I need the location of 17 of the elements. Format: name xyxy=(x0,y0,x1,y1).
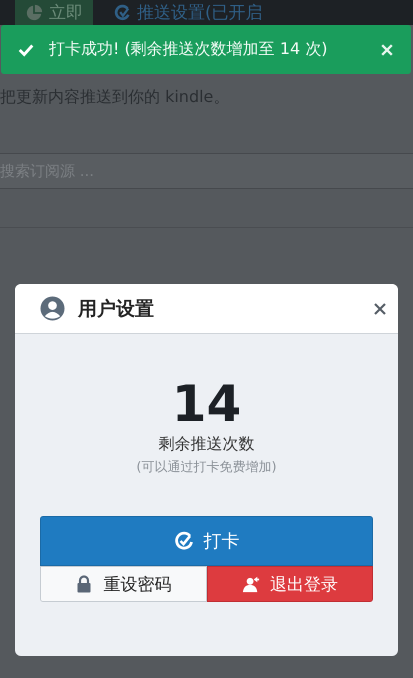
reset-password-button[interactable]: 重设密码 xyxy=(40,566,206,602)
nav-tab[interactable]: 推送设置(已开启 xyxy=(103,0,273,25)
nav-tab[interactable]: 立即 xyxy=(15,0,93,25)
user-exit-icon xyxy=(242,575,260,593)
toast-message: 打卡成功! (剩余推送次数增加至 14 次) xyxy=(49,39,329,60)
close-icon[interactable] xyxy=(379,42,395,58)
logout-button[interactable]: 退出登录 xyxy=(206,566,373,602)
user-avatar-icon xyxy=(40,296,65,321)
close-icon[interactable] xyxy=(372,300,388,316)
dialog-title: 用户设置 xyxy=(78,296,155,322)
lock-icon xyxy=(75,575,94,593)
pie-chart-icon xyxy=(25,4,43,22)
hint-text: (可以通过打卡免费增加) xyxy=(136,459,277,476)
count-label: 剩余推送次数 xyxy=(158,434,254,455)
check-circle-icon xyxy=(174,531,194,551)
check-in-button[interactable]: 打卡 xyxy=(40,516,373,566)
remaining-count: 14 xyxy=(172,376,242,432)
